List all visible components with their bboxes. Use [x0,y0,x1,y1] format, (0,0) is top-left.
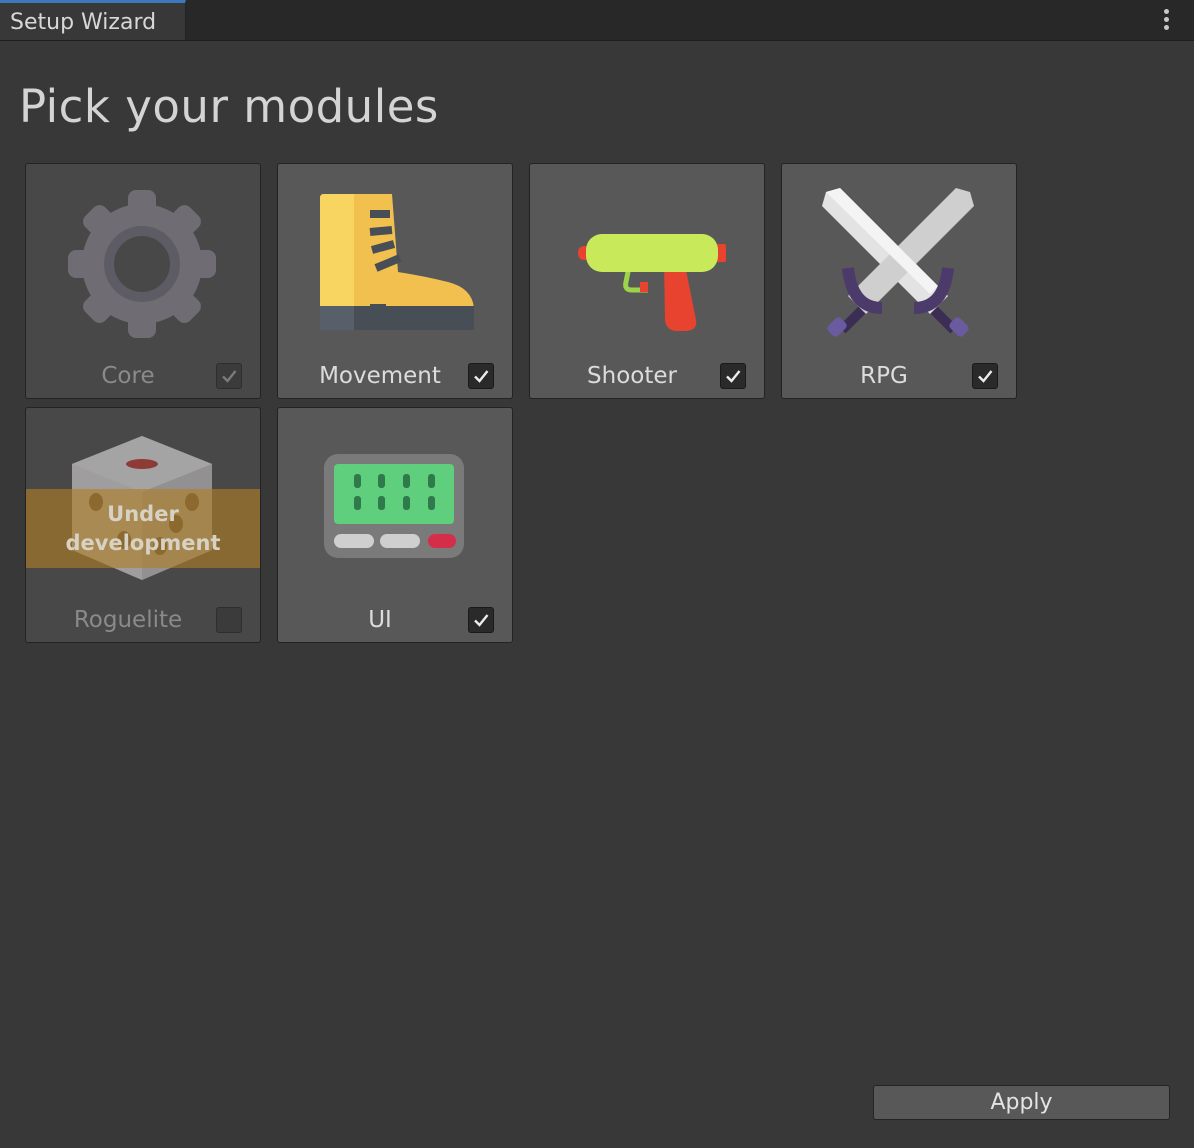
pager-icon [324,454,464,558]
module-card-core[interactable]: Core [25,163,261,399]
checkmark-icon [726,370,741,383]
module-checkbox-roguelite[interactable] [216,607,242,633]
module-label: UI [368,607,392,633]
module-checkbox-shooter[interactable] [720,363,746,389]
module-checkbox-rpg[interactable] [972,363,998,389]
tab-title: Setup Wizard [10,10,157,35]
page-title: Pick your modules [19,80,439,133]
module-label: Shooter [587,363,677,389]
module-card-rpg[interactable]: RPG [781,163,1017,399]
module-card-shooter[interactable]: Shooter [529,163,765,399]
module-label: Movement [319,363,441,389]
module-card-ui[interactable]: UI [277,407,513,643]
module-checkbox-core[interactable] [216,363,242,389]
module-label: Roguelite [73,607,183,633]
tab-bar: Setup Wizard [0,0,1194,41]
checkmark-icon [222,370,237,383]
checkmark-icon [978,370,993,383]
tab-setup-wizard[interactable]: Setup Wizard [0,0,186,40]
boot-icon [320,194,474,330]
module-label: RPG [860,363,908,389]
gear-icon [68,190,216,338]
module-label: Core [101,363,155,389]
module-card-roguelite[interactable]: Under development Roguelite [25,407,261,643]
module-checkbox-ui[interactable] [468,607,494,633]
under-development-banner: Under development [26,489,260,568]
crossed-swords-icon [822,188,974,337]
water-gun-icon [578,234,726,331]
kebab-menu-icon[interactable] [1154,7,1178,33]
apply-button[interactable]: Apply [873,1085,1170,1120]
banner-text: Under development [65,502,221,555]
checkmark-icon [474,370,489,383]
checkmark-icon [474,614,489,627]
module-checkbox-movement[interactable] [468,363,494,389]
module-card-movement[interactable]: Movement [277,163,513,399]
